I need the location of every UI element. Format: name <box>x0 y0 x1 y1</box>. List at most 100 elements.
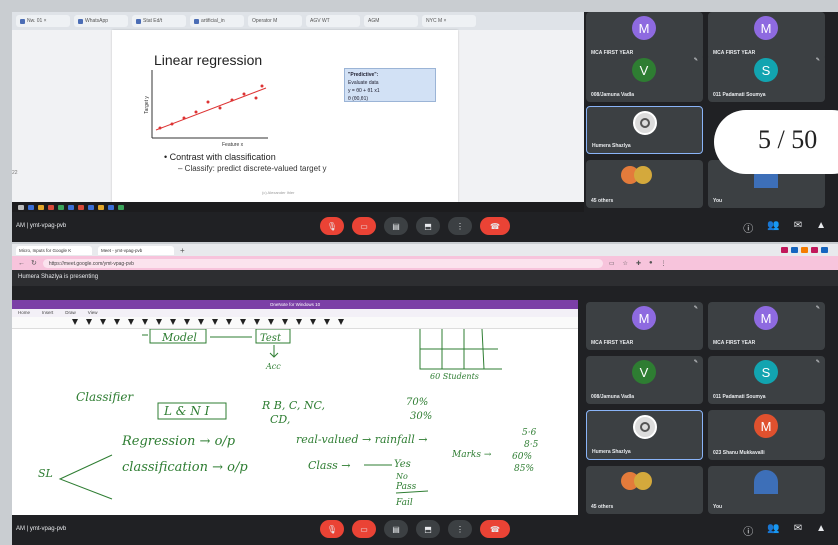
pen-icon[interactable] <box>114 319 120 325</box>
participant-tile[interactable]: ✎ M MCA FIRST YEAR <box>586 302 703 350</box>
participant-tile[interactable]: ✎ S 011 Padamati Soumya <box>708 54 825 102</box>
pen-icon[interactable] <box>170 319 176 325</box>
chat-icon[interactable]: ✉ <box>794 523 802 538</box>
participant-tile[interactable]: ✎ V 008/Jamuna Vadla <box>586 54 703 102</box>
browser-tab[interactable]: Operator M <box>248 15 302 27</box>
camera-icon[interactable]: ▭ <box>609 260 615 267</box>
participant-tile[interactable]: M MCA FIRST YEAR <box>586 12 703 60</box>
taskbar-app-icon[interactable] <box>68 204 74 210</box>
pen-icon[interactable] <box>156 319 162 325</box>
extensions-icon[interactable]: ✚ <box>636 260 641 267</box>
taskbar-app-icon[interactable] <box>38 204 44 210</box>
pen-icon[interactable] <box>100 319 106 325</box>
browser-tab-active[interactable]: Meet - ymt-vpag-pvb <box>98 245 174 255</box>
app-icon[interactable] <box>821 247 828 253</box>
url-field[interactable]: https://meet.google.com/ymt-vpag-pvb <box>42 258 603 268</box>
end-call-button[interactable]: ☎ <box>480 520 510 538</box>
present-button[interactable]: ⬒ <box>416 520 440 538</box>
browser-tab[interactable]: AGM <box>364 15 418 27</box>
pin-icon[interactable]: ✎ <box>694 57 698 63</box>
captions-button[interactable]: ▤ <box>384 217 408 235</box>
browser-tab[interactable]: Stat Ed/t <box>132 15 186 27</box>
pen-icon[interactable] <box>128 319 134 325</box>
info-icon[interactable]: ⓘ <box>743 523 753 538</box>
back-icon[interactable]: ← <box>18 260 25 267</box>
activities-icon[interactable]: ▲ <box>816 523 826 538</box>
taskbar-app-icon[interactable] <box>108 204 114 210</box>
camera-off-button[interactable]: ▭ <box>352 217 376 235</box>
participant-tile[interactable]: M 023 Shanu Mukkavalli <box>708 410 825 460</box>
people-icon[interactable]: 👥 <box>767 220 779 235</box>
app-icon[interactable] <box>781 247 788 253</box>
pin-icon[interactable]: ✎ <box>816 359 820 365</box>
taskbar-app-icon[interactable] <box>98 204 104 210</box>
pen-icon[interactable] <box>142 319 148 325</box>
people-icon[interactable]: 👥 <box>767 523 779 538</box>
mic-off-button[interactable]: 🎙 <box>320 520 344 538</box>
pin-icon[interactable]: ✎ <box>816 57 820 63</box>
taskbar-app-icon[interactable] <box>78 204 84 210</box>
participant-tile-others[interactable]: 45 others <box>586 160 703 208</box>
menu-item[interactable]: Insert <box>42 310 53 316</box>
taskbar-app-icon[interactable] <box>58 204 64 210</box>
pen-icon[interactable] <box>184 319 190 325</box>
more-options-button[interactable]: ⋮ <box>448 520 472 538</box>
pen-icon[interactable] <box>268 319 274 325</box>
pen-icon[interactable] <box>226 319 232 325</box>
browser-tab[interactable]: Micro, Inputs for Google K <box>16 245 92 255</box>
taskbar-app-icon[interactable] <box>28 204 34 210</box>
pen-icon[interactable] <box>86 319 92 325</box>
pen-icon[interactable] <box>212 319 218 325</box>
pen-icon[interactable] <box>198 319 204 325</box>
browser-tab[interactable]: AGV WT <box>306 15 360 27</box>
info-icon[interactable]: ⓘ <box>743 220 753 235</box>
browser-tab[interactable]: artificial_in <box>190 15 244 27</box>
participant-tile-presenter[interactable]: Humera Shazlya <box>586 410 703 460</box>
participant-tile-presenter[interactable]: Humera Shazlya <box>586 106 703 154</box>
pin-icon[interactable]: ✎ <box>694 305 698 311</box>
browser-tab[interactable]: NYC M × <box>422 15 476 27</box>
star-icon[interactable]: ☆ <box>623 260 628 267</box>
pen-icon[interactable] <box>240 319 246 325</box>
start-icon[interactable] <box>18 204 24 210</box>
pin-icon[interactable]: ✎ <box>816 305 820 311</box>
pen-icon[interactable] <box>72 319 78 325</box>
participant-tile-self[interactable]: You <box>708 466 825 514</box>
pen-icon[interactable] <box>282 319 288 325</box>
app-icon[interactable] <box>811 247 818 253</box>
menu-item[interactable]: Home <box>18 310 30 316</box>
pin-icon[interactable]: ✎ <box>694 359 698 365</box>
chat-icon[interactable]: ✉ <box>794 220 802 235</box>
reload-icon[interactable]: ↻ <box>31 259 37 267</box>
profile-icon[interactable]: ● <box>649 260 653 267</box>
browser-tab[interactable]: WhatsApp <box>74 15 128 27</box>
pen-icon[interactable] <box>338 319 344 325</box>
app-icon[interactable] <box>791 247 798 253</box>
participant-tile[interactable]: ✎ V 008/Jamuna Vadla <box>586 356 703 404</box>
taskbar-app-icon[interactable] <box>118 204 124 210</box>
browser-tab[interactable]: Nw. 01 × <box>16 15 70 27</box>
ink-value: 85% <box>514 464 534 474</box>
taskbar-app-icon[interactable] <box>88 204 94 210</box>
pen-icon[interactable] <box>310 319 316 325</box>
participant-tile[interactable]: M MCA FIRST YEAR <box>708 12 825 60</box>
pen-icon[interactable] <box>324 319 330 325</box>
activities-icon[interactable]: ▲ <box>816 220 826 235</box>
end-call-button[interactable]: ☎ <box>480 217 510 235</box>
taskbar-app-icon[interactable] <box>48 204 54 210</box>
present-button[interactable]: ⬒ <box>416 217 440 235</box>
participant-tile[interactable]: ✎ S 011 Padamati Soumya <box>708 356 825 404</box>
pen-icon[interactable] <box>254 319 260 325</box>
camera-off-button[interactable]: ▭ <box>352 520 376 538</box>
participant-tile-others[interactable]: 45 others <box>586 466 703 514</box>
pen-icon[interactable] <box>296 319 302 325</box>
more-options-button[interactable]: ⋮ <box>448 217 472 235</box>
participant-tile[interactable]: ✎ M MCA FIRST YEAR <box>708 302 825 350</box>
new-tab-icon[interactable]: + <box>180 246 185 255</box>
menu-item[interactable]: View <box>88 310 98 316</box>
mic-off-button[interactable]: 🎙 <box>320 217 344 235</box>
captions-button[interactable]: ▤ <box>384 520 408 538</box>
menu-icon[interactable]: ⋮ <box>661 260 667 267</box>
app-icon[interactable] <box>801 247 808 253</box>
menu-item[interactable]: Draw <box>65 310 76 316</box>
